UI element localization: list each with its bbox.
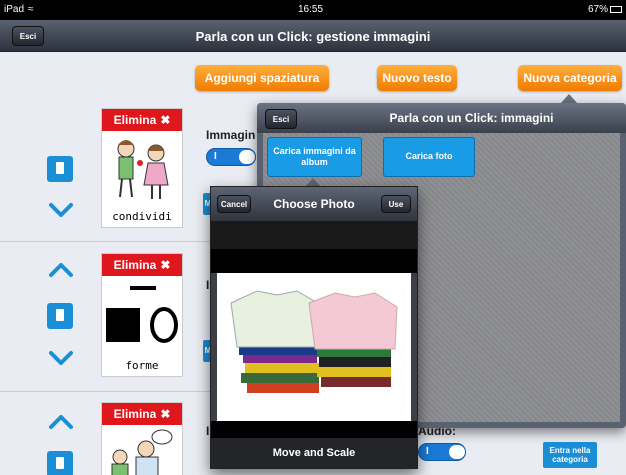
chevron-down-icon[interactable] — [48, 202, 74, 218]
edit-image-button[interactable] — [47, 451, 73, 475]
toggle-knob — [239, 150, 255, 164]
load-photo-button[interactable]: Carica foto — [383, 137, 475, 177]
delete-label: Elimina — [113, 258, 157, 272]
image-toggle[interactable]: I — [206, 148, 256, 166]
battery-label: 67% — [587, 4, 608, 15]
toggle-on-label: I — [426, 446, 429, 457]
image-field-label: I — [206, 278, 210, 292]
delete-x-icon: ✖ — [160, 407, 171, 421]
toggle-on-label: I — [214, 151, 217, 162]
add-spacing-button[interactable]: Aggiungi spaziatura — [195, 65, 329, 91]
delete-button[interactable]: Elimina ✖ — [102, 109, 182, 131]
delete-button[interactable]: Elimina ✖ — [102, 254, 182, 276]
chooser-header: Cancel Choose Photo Use — [211, 187, 417, 221]
enter-category-button[interactable]: Entra nella categoria — [543, 442, 597, 468]
move-and-scale-label: Move and Scale — [211, 438, 417, 468]
new-text-button[interactable]: Nuovo testo — [377, 65, 457, 91]
popover-title: Parla con un Click: immagini — [389, 111, 554, 125]
nav-bar: Esci Parla con un Click: gestione immagi… — [0, 20, 626, 52]
crop-area-top — [211, 221, 417, 249]
delete-button[interactable]: Elimina ✖ — [102, 403, 182, 425]
battery-icon — [610, 6, 622, 13]
popover-header: Esci Parla con un Click: immagini — [257, 103, 626, 133]
load-album-button[interactable]: Carica immagini da album — [267, 137, 362, 177]
image-field-label: I — [206, 424, 210, 438]
audio-toggle[interactable]: I — [418, 443, 466, 461]
chevron-up-icon[interactable] — [48, 414, 74, 430]
selected-photo[interactable] — [217, 273, 411, 421]
chevron-up-icon[interactable] — [48, 262, 74, 278]
delete-x-icon: ✖ — [160, 113, 171, 127]
shapes-picture — [106, 286, 178, 343]
status-bar: iPad ≈ 16:55 67% — [0, 0, 626, 20]
chevron-down-icon[interactable] — [48, 350, 74, 366]
image-card-forme[interactable]: Elimina ✖ forme — [101, 253, 183, 377]
card-caption: forme — [125, 359, 159, 372]
wifi-icon: ≈ — [28, 4, 34, 15]
sweaters-image — [230, 290, 398, 393]
edit-image-button[interactable] — [47, 156, 73, 182]
image-field-label: Immagin — [206, 128, 256, 142]
delete-label: Elimina — [113, 113, 157, 127]
delete-label: Elimina — [113, 407, 157, 421]
card-caption: condividi — [112, 210, 172, 223]
clock: 16:55 — [298, 4, 324, 15]
delete-x-icon: ✖ — [160, 258, 171, 272]
talk-picture — [111, 429, 173, 475]
page-title: Parla con un Click: gestione immagini — [195, 29, 431, 44]
crop-mask-bottom — [211, 421, 417, 439]
new-category-button[interactable]: Nuova categoria — [518, 65, 622, 91]
carrier-label: iPad — [4, 4, 25, 15]
edit-image-button[interactable] — [47, 303, 73, 329]
image-card-condividi[interactable]: Elimina ✖ condividi — [101, 108, 183, 228]
image-card-talk[interactable]: Elimina ✖ — [101, 402, 183, 475]
crop-mask-top — [211, 249, 417, 273]
share-picture — [117, 140, 169, 199]
use-button[interactable]: Use — [381, 195, 411, 213]
choose-photo-popover: Cancel Choose Photo Use Move and Scale — [210, 186, 418, 469]
toggle-knob — [449, 445, 465, 459]
popover-exit-button[interactable]: Esci — [265, 109, 297, 129]
